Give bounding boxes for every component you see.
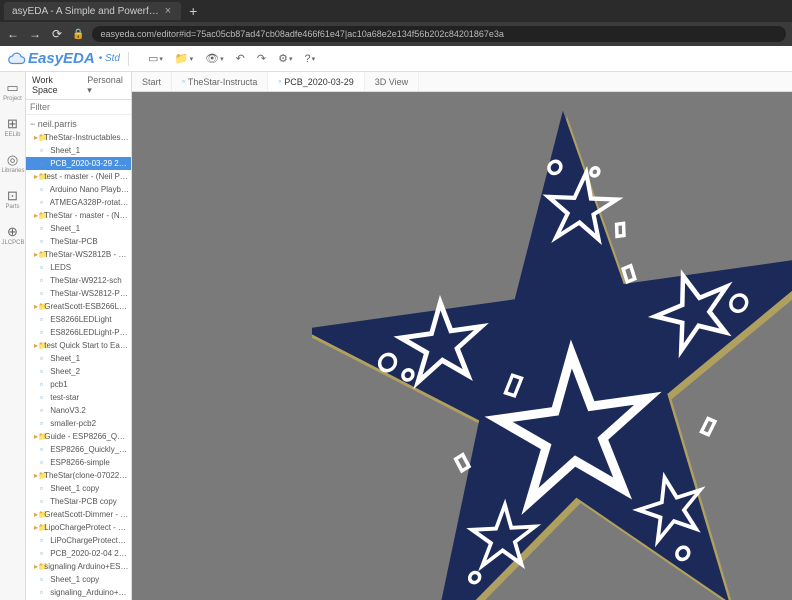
logo-suffix: • Std <box>99 53 120 64</box>
tab-title: asyEDA - A Simple and Powerf… <box>12 6 159 17</box>
doc-tab[interactable]: Start <box>132 72 172 91</box>
lock-icon: 🔒 <box>72 29 84 40</box>
toolbar-gear-icon[interactable]: ⚙▾ <box>274 50 296 67</box>
tree-item[interactable]: ▸📁 Guide - ESP8266_Quickly Design <box>26 430 131 443</box>
doc-tab[interactable]: ▫TheStar-Instructa <box>172 72 268 91</box>
logo-text: EasyEDA <box>28 50 95 67</box>
3d-viewport[interactable] <box>132 92 792 600</box>
tree-item[interactable]: ▸📁 TheStar-Instructables - master - (N <box>26 131 131 144</box>
new-tab-icon[interactable]: + <box>181 3 205 19</box>
tree-item[interactable]: ▸📁 TheStar - master - (Neil Parris) <box>26 209 131 222</box>
document-tabs: Start▫TheStar-Instructa▫PCB_2020-03-293D… <box>132 72 792 92</box>
doc-tab[interactable]: ▫PCB_2020-03-29 <box>268 72 364 91</box>
tree-item[interactable]: ▫ ATMEGA328P-rotation-test <box>26 196 131 209</box>
close-tab-icon[interactable]: × <box>165 5 171 17</box>
tree-root[interactable]: − neil.parris <box>26 117 131 131</box>
toolbar-folder-icon[interactable]: 📁▾ <box>171 50 197 67</box>
tree-item[interactable]: ▫ Arduino Nano Playboard <box>26 183 131 196</box>
tree-item[interactable]: ▫ Sheet_2 <box>26 365 131 378</box>
tree-item[interactable]: ▫ ESP8266-simple <box>26 456 131 469</box>
rail-project[interactable]: ▭Project <box>2 76 24 106</box>
tree-item[interactable]: ▸📁 LipoChargeProtect - master - (Nei <box>26 521 131 534</box>
tree-item[interactable]: ▫ ES8266LEDLight-PCB <box>26 326 131 339</box>
tab-workspace[interactable]: Work Space <box>26 72 81 99</box>
reload-icon[interactable]: ⟳ <box>50 27 64 41</box>
toolbar-eye-icon[interactable]: 👁▾ <box>201 50 227 67</box>
forward-icon[interactable]: → <box>28 27 42 41</box>
tree-item[interactable]: ▫ NanoV3.2 <box>26 404 131 417</box>
tree-item[interactable]: ▸📁 GreatScott-Dimmer - master - (Nei <box>26 508 131 521</box>
tree-item[interactable]: ▫ PCB_2020-02-04 23:37:14 <box>26 547 131 560</box>
tree-item[interactable]: ▫ Sheet_1 copy <box>26 573 131 586</box>
tree-item[interactable]: ▫ ESP8266_Quickly_Design <box>26 443 131 456</box>
filter-input[interactable] <box>26 100 131 115</box>
left-rail: ▭Project ⊞EELib ◎Libraries ⊡Parts ⊕JLCPCB <box>0 72 26 600</box>
tree-item[interactable]: ▸📁 TheStar(clone-07022020) - master- <box>26 469 131 482</box>
tree-item[interactable]: ▫ pcb1 <box>26 378 131 391</box>
browser-tab[interactable]: asyEDA - A Simple and Powerf… × <box>4 2 181 20</box>
tree-item[interactable]: ▫ Sheet_1 <box>26 222 131 235</box>
rail-eelib[interactable]: ⊞EELib <box>2 112 24 142</box>
tree-item[interactable]: ▫ Sheet_1 <box>26 352 131 365</box>
tree-item[interactable]: ▫ TheStar-PCB copy <box>26 495 131 508</box>
tree-item[interactable]: ▫ LEDS <box>26 261 131 274</box>
tree-item[interactable]: ▫ TheStar-W9212-sch <box>26 274 131 287</box>
tree-item[interactable]: ▸📁 test - master - (Neil Parris) <box>26 170 131 183</box>
tree-item[interactable]: ▫ LiPoChargeProtectBoost <box>26 534 131 547</box>
tree-item[interactable]: ▸📁 TheStar-WS2812B - master - (Nei <box>26 248 131 261</box>
app-logo[interactable]: EasyEDA • Std <box>8 50 120 68</box>
toolbar-help-icon[interactable]: ?▾ <box>300 51 319 67</box>
pcb-3d-model <box>312 102 792 600</box>
back-icon[interactable]: ← <box>6 27 20 41</box>
tab-personal[interactable]: Personal ▾ <box>81 72 131 99</box>
doc-tab[interactable]: 3D View <box>365 72 419 91</box>
toolbar-redo-icon[interactable]: ↷ <box>253 50 270 67</box>
tree-item[interactable]: ▸📁 test Quick Start to EasyEDA - mast <box>26 339 131 352</box>
tree-item[interactable]: ▸📁 GreatScott-ESB266LEDLight - mas <box>26 300 131 313</box>
toolbar-undo-icon[interactable]: ↶ <box>232 50 249 67</box>
rail-libraries[interactable]: ◎Libraries <box>2 148 24 178</box>
url-bar[interactable]: easyeda.com/editor#id=75ac05cb87ad47cb08… <box>92 26 786 42</box>
tree-item[interactable]: ▫ ES8266LEDLight <box>26 313 131 326</box>
tree-item[interactable]: ▫ Sheet_1 <box>26 144 131 157</box>
cloud-icon <box>8 50 26 68</box>
sidebar: Work Space Personal ▾ − neil.parris ▸📁 T… <box>26 72 132 600</box>
tree-item[interactable]: ▫ signaling_Arduino+ESP8266+SI <box>26 586 131 599</box>
tree-item[interactable]: ▫ PCB_2020-03-29 22:38:17 <box>26 157 131 170</box>
tree-item[interactable]: ▫ test-star <box>26 391 131 404</box>
tree-item[interactable]: ▸📁 signaling Arduino+ESP8266+SIM8 <box>26 560 131 573</box>
tree-item[interactable]: ▫ smaller-pcb2 <box>26 417 131 430</box>
tree-item[interactable]: ▫ TheStar-PCB <box>26 235 131 248</box>
rail-jlcpcb[interactable]: ⊕JLCPCB <box>2 220 24 250</box>
tree-item[interactable]: ▫ TheStar-WS2812-PCB <box>26 287 131 300</box>
toolbar-file-icon[interactable]: ▭▾ <box>144 50 167 67</box>
project-tree[interactable]: − neil.parris ▸📁 TheStar-Instructables -… <box>26 115 131 600</box>
tree-item[interactable]: ▫ Sheet_1 copy <box>26 482 131 495</box>
rail-parts[interactable]: ⊡Parts <box>2 184 24 214</box>
